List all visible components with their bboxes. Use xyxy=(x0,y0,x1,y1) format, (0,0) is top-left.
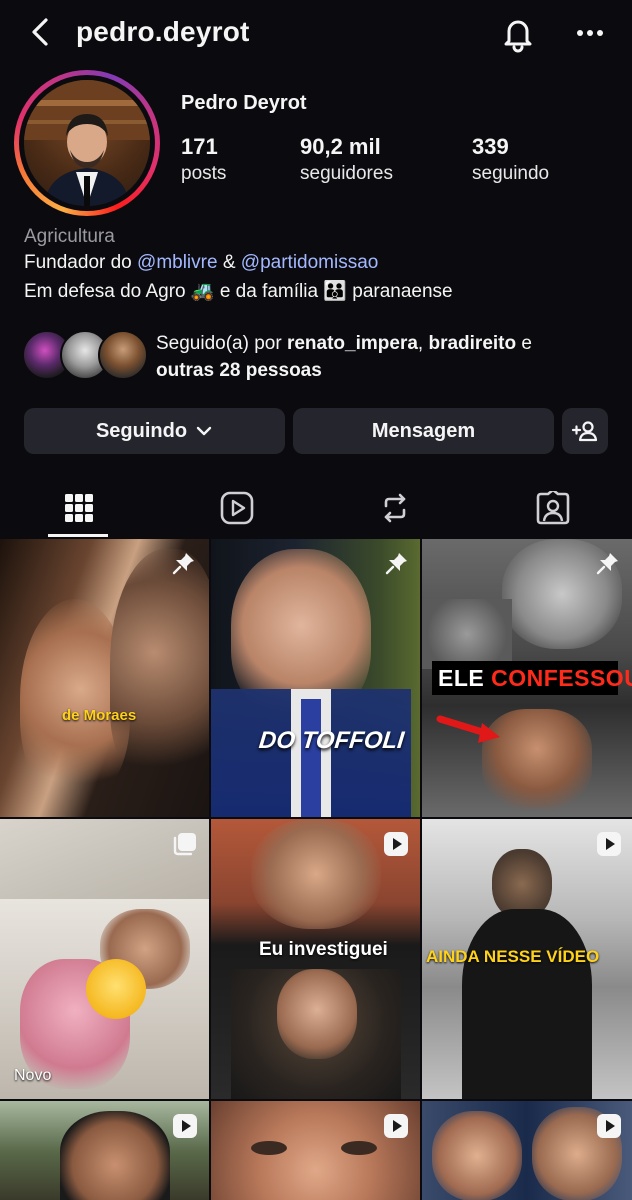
post-caption: de Moraes xyxy=(62,707,137,724)
post-thumbnail[interactable]: de Moraes xyxy=(0,539,209,817)
followers-stat[interactable]: 90,2 mil seguidores xyxy=(300,134,393,185)
tagged-icon xyxy=(536,491,570,525)
message-button[interactable]: Mensagem xyxy=(293,408,554,454)
stat-label: seguindo xyxy=(472,163,550,184)
conjunction: e xyxy=(516,333,532,354)
mutual-followers-avatars[interactable] xyxy=(22,330,148,382)
repost-icon xyxy=(384,493,406,523)
pin-icon xyxy=(596,553,618,575)
posts-stat[interactable]: 171 posts xyxy=(181,134,226,185)
stat-value: 171 xyxy=(181,134,218,159)
stat-value: 90,2 mil xyxy=(300,134,381,159)
post-thumbnail[interactable] xyxy=(422,1101,632,1200)
post-thumbnail[interactable] xyxy=(0,1101,209,1200)
stat-label: posts xyxy=(181,163,227,184)
post-caption: Novo xyxy=(14,1067,52,1084)
post-thumbnail[interactable]: ELE CONFESSOU xyxy=(422,539,632,817)
tab-reposts[interactable] xyxy=(316,478,474,538)
chevron-down-icon xyxy=(196,426,212,436)
followed-by-prefix: Seguido(a) por xyxy=(156,333,287,354)
reel-icon xyxy=(597,1114,621,1138)
caption-part: CONFESSOU xyxy=(491,665,632,691)
top-bar: pedro.deyrot xyxy=(0,0,632,66)
followed-by-text[interactable]: Seguido(a) por renato_impera, bradireito… xyxy=(156,330,616,384)
mention-link[interactable]: @mblivre xyxy=(137,252,218,273)
post-caption: ELE CONFESSOU xyxy=(438,665,632,692)
message-label: Mensagem xyxy=(371,419,476,442)
post-thumbnail[interactable] xyxy=(211,1101,420,1200)
stat-value: 339 xyxy=(472,134,509,159)
story-ring[interactable] xyxy=(14,70,160,216)
post-thumbnail[interactable]: DO TOFFOLI xyxy=(211,539,420,817)
stat-label: seguidores xyxy=(300,163,393,184)
chevron-left-icon[interactable] xyxy=(22,14,58,50)
tab-grid[interactable] xyxy=(0,478,158,538)
profile-category: Agricultura xyxy=(24,226,115,247)
followed-by-rest: outras 28 pessoas xyxy=(156,360,322,381)
reel-icon xyxy=(173,1114,197,1138)
avatar xyxy=(24,80,150,206)
post-caption: AINDA NESSE VÍDEO xyxy=(426,947,600,966)
pin-icon xyxy=(385,553,407,575)
add-user-button[interactable] xyxy=(562,408,608,454)
mention-link[interactable]: @partidomissao xyxy=(241,252,379,273)
reel-icon xyxy=(597,832,621,856)
follower-username: bradireito xyxy=(428,333,517,354)
separator: , xyxy=(417,333,429,354)
tab-reels[interactable] xyxy=(158,478,316,538)
post-caption: DO TOFFOLI xyxy=(257,727,406,754)
follower-username: renato_impera xyxy=(286,333,418,354)
pin-icon xyxy=(172,553,194,575)
post-thumbnail[interactable]: AINDA NESSE VÍDEO xyxy=(422,819,632,1099)
profile-username: pedro.deyrot xyxy=(76,16,250,47)
post-thumbnail[interactable]: Eu investiguei xyxy=(211,819,420,1099)
following-label: Seguindo xyxy=(95,419,188,442)
bio-line: Fundador do @mblivre & @partidomissao xyxy=(24,252,378,274)
post-thumbnail[interactable]: Novo xyxy=(0,819,209,1099)
bio-text: Fundador do xyxy=(24,252,138,273)
display-name: Pedro Deyrot xyxy=(181,92,307,114)
more-horizontal-icon[interactable] xyxy=(572,18,608,48)
arrow-icon xyxy=(436,715,500,743)
bio-text: & xyxy=(217,252,241,273)
post-caption: Eu investiguei xyxy=(259,939,388,960)
grid-icon xyxy=(65,494,93,522)
avatar xyxy=(98,330,148,380)
following-button[interactable]: Seguindo xyxy=(24,408,285,454)
following-stat[interactable]: 339 seguindo xyxy=(472,134,549,185)
reel-icon xyxy=(384,832,408,856)
carousel-icon xyxy=(173,833,196,856)
tab-tagged[interactable] xyxy=(474,478,632,538)
caption-part: ELE xyxy=(438,665,492,691)
active-tab-indicator xyxy=(48,534,108,537)
bell-icon[interactable] xyxy=(498,14,538,54)
reel-icon xyxy=(384,1114,408,1138)
bio-line: Em defesa do Agro 🚜 e da família 👪 paran… xyxy=(24,281,453,302)
reels-icon xyxy=(220,491,254,525)
add-user-icon xyxy=(571,421,598,442)
